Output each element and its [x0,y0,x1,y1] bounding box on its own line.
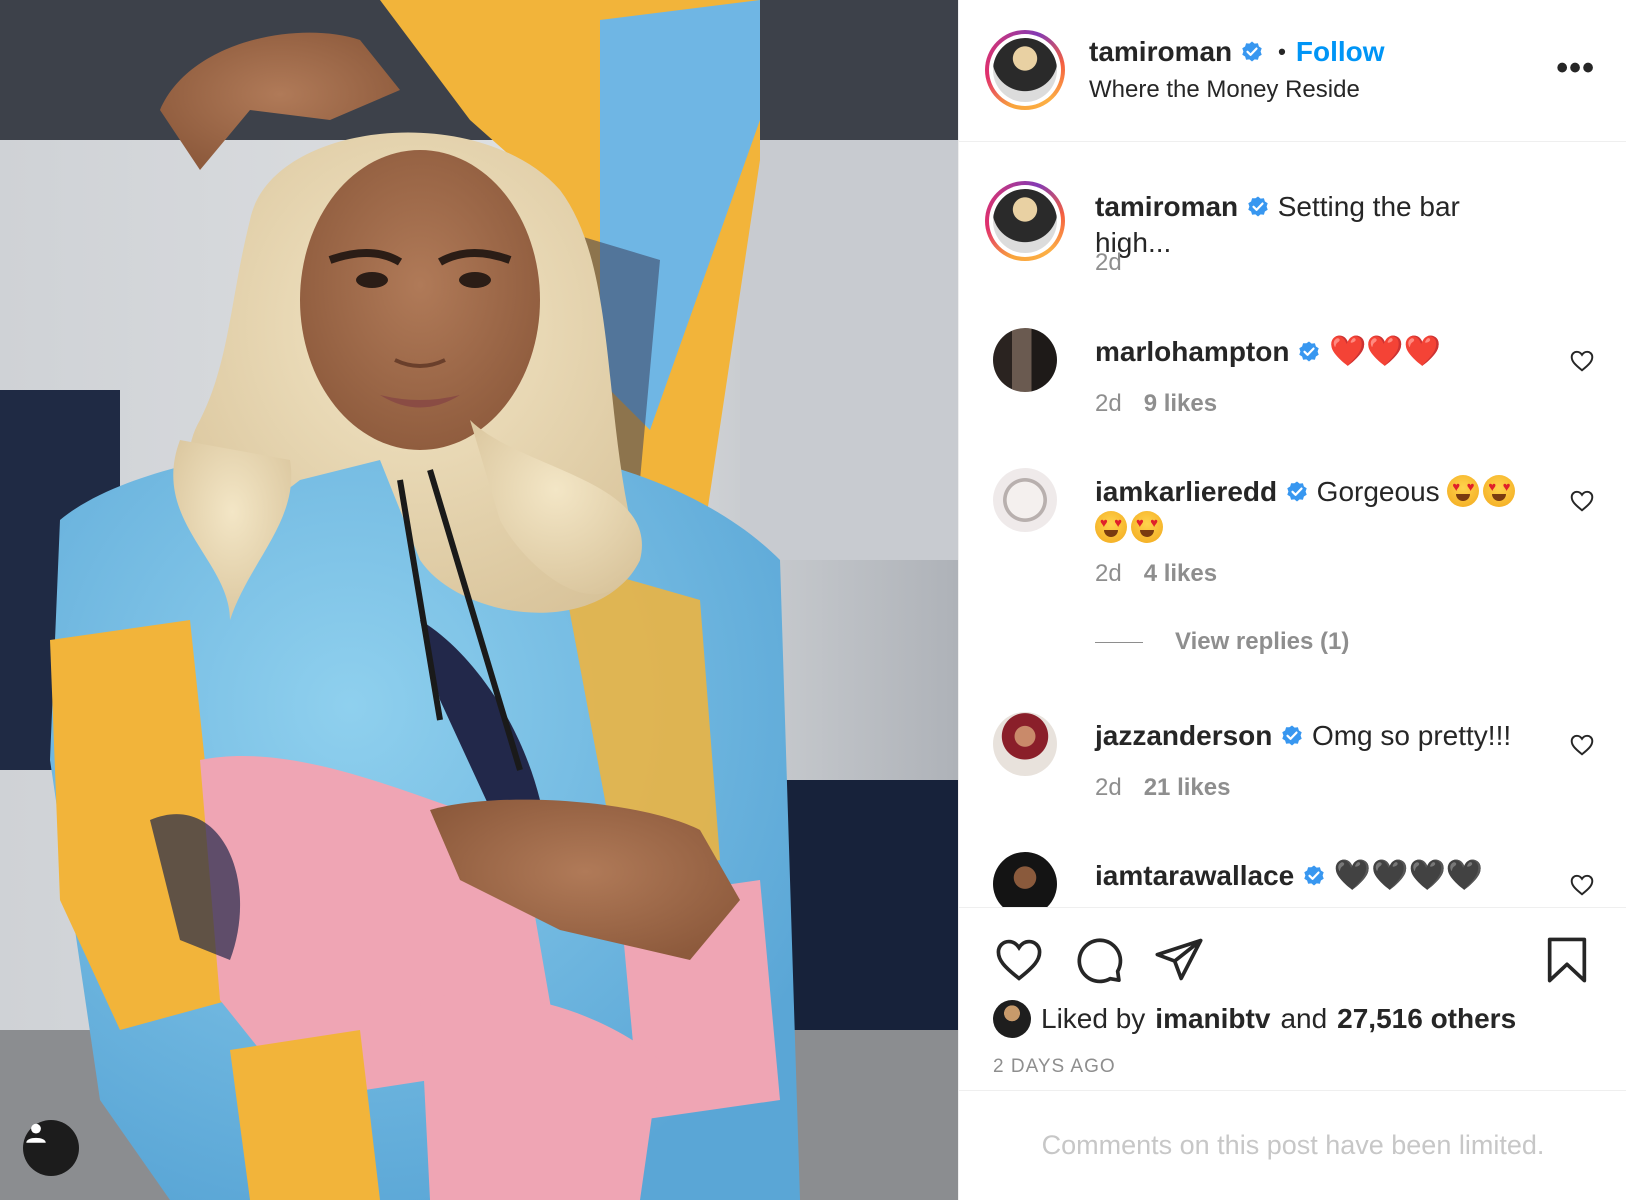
post-actions: Liked by imanibtv and 27,516 others 2 DA… [959,907,1626,1091]
liked-by-others[interactable]: 27,516 others [1337,1003,1516,1035]
heart-icon[interactable] [993,934,1045,986]
liked-by-prefix: Liked by [1041,1003,1146,1034]
heart-eyes-emoji [1447,475,1480,507]
post-photo-illustration [0,0,958,1200]
caption-time[interactable]: 2d [1095,249,1122,277]
comment-meta: 2d 9 likes [1095,390,1217,418]
comment-likes[interactable]: 4 likes [1144,560,1217,588]
comment-heart-icon[interactable] [1569,732,1595,758]
comment-body: ❤️❤️❤️ [1329,334,1442,369]
comment-body: Gorgeous [1316,476,1440,507]
comment-username[interactable]: jazzanderson [1095,720,1272,751]
author-username[interactable]: tamiroman [1089,36,1232,68]
heart-eyes-emoji [1095,511,1127,543]
comment-text: iamtarawallace 🖤🖤🖤🖤 [1095,858,1535,894]
comment-heart-icon[interactable] [1569,872,1595,898]
comment-text: iamkarlieredd Gorgeous [1095,474,1535,546]
comment-username[interactable]: iamtarawallace [1095,860,1294,891]
liker-avatar[interactable] [993,1000,1031,1038]
heart-eyes-emoji [1483,475,1516,507]
comment-text: marlohampton ❤️❤️❤️ [1095,334,1535,370]
verified-badge-icon [1287,481,1307,502]
commenter-avatar[interactable] [993,468,1057,532]
comment-username[interactable]: marlohampton [1095,336,1289,367]
comment-body: 🖤🖤🖤🖤 [1333,858,1484,893]
replies-divider [1095,641,1143,643]
verified-badge-icon [1242,41,1262,62]
comment-meta: 2d 21 likes [1095,774,1230,802]
post-header: tamiroman • Follow Where the Money Resid… [959,0,1626,142]
post-sidebar: tamiroman • Follow Where the Money Resid… [958,0,1626,1200]
comment-time[interactable]: 2d [1095,390,1122,418]
separator-dot: • [1278,39,1286,64]
liked-by: Liked by imanibtv and 27,516 others [993,1000,1516,1038]
post-timestamp[interactable]: 2 DAYS AGO [993,1056,1116,1078]
comment-time[interactable]: 2d [1095,774,1122,802]
share-icon[interactable] [1153,934,1205,986]
user-tag-button[interactable] [23,1120,79,1176]
caption-username[interactable]: tamiroman [1095,191,1238,222]
verified-badge-icon [1282,725,1302,746]
comments-limited-notice: Comments on this post have been limited. [1041,1130,1545,1160]
post-photo[interactable] [0,0,958,1200]
comment-body: Omg so pretty!!! [1311,720,1512,751]
user-tag-icon [26,1123,46,1143]
commenter-avatar[interactable] [993,712,1057,776]
commenter-avatar[interactable] [993,852,1057,907]
author-avatar[interactable] [985,30,1065,110]
liked-by-connector: and [1280,1003,1328,1034]
comment-time[interactable]: 2d [1095,560,1122,588]
verified-badge-icon [1299,341,1319,362]
comment-icon[interactable] [1073,934,1125,986]
caption-meta: 2d [1095,249,1122,277]
verified-badge-icon [1248,196,1268,217]
liked-by-user[interactable]: imanibtv [1155,1003,1270,1035]
comment-heart-icon[interactable] [1569,488,1595,514]
author-line: tamiroman • Follow [1089,36,1385,68]
comment-text: jazzanderson Omg so pretty!!! [1095,718,1535,754]
caption-text: tamiroman Setting the bar high... [1095,189,1535,261]
view-replies-button[interactable]: View replies (1) [1095,628,1349,656]
comment-likes[interactable]: 9 likes [1144,390,1217,418]
comment-meta: 2d 4 likes [1095,560,1217,588]
comments-list[interactable]: tamiroman Setting the bar high... 2d mar… [959,143,1626,907]
heart-eyes-emoji [1131,511,1163,543]
follow-button[interactable]: Follow [1296,36,1385,68]
commenter-avatar[interactable] [993,328,1057,392]
post-location[interactable]: Where the Money Reside [1089,76,1360,104]
verified-badge-icon [1304,865,1324,886]
comment-username[interactable]: iamkarlieredd [1095,476,1277,507]
comment-likes[interactable]: 21 likes [1144,774,1231,802]
view-replies-label: View replies (1) [1175,628,1350,655]
more-options-icon[interactable]: ••• [1556,51,1595,85]
caption-avatar[interactable] [985,181,1065,261]
bookmark-icon[interactable] [1541,934,1593,986]
comment-heart-icon[interactable] [1569,348,1595,374]
